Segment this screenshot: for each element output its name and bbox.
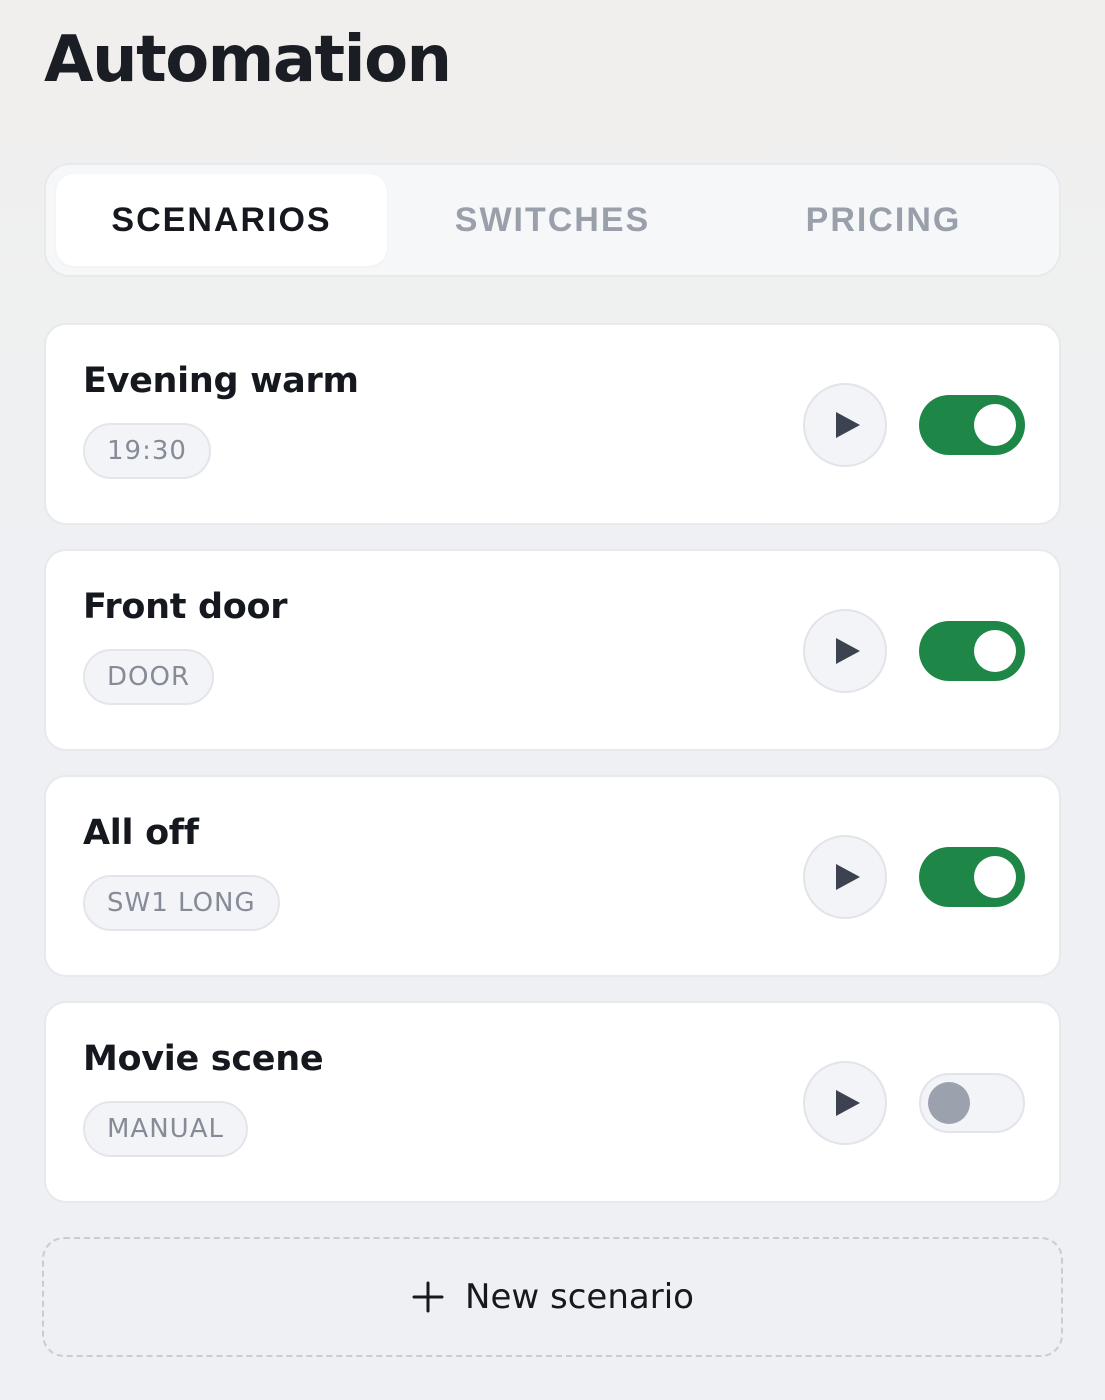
scenario-card[interactable]: Front door DOOR [44,549,1061,751]
scenario-enabled-toggle[interactable] [919,395,1025,455]
scenario-name: Movie scene [83,1039,324,1079]
tab-switches[interactable]: SWITCHES [387,174,718,266]
tab-pricing[interactable]: PRICING [718,174,1049,266]
plus-icon [412,1281,444,1313]
toggle-knob [974,856,1016,898]
trigger-badge: MANUAL [83,1101,248,1157]
trigger-badge: SW1 LONG [83,875,280,931]
automation-page: Automation SCENARIOS SWITCHES PRICING Ev… [0,0,1105,1400]
play-icon [836,864,860,890]
scenario-enabled-toggle[interactable] [919,1073,1025,1133]
play-icon [836,638,860,664]
scenario-card[interactable]: Evening warm 19:30 [44,323,1061,525]
scenario-name: Front door [83,587,288,627]
run-scenario-button[interactable] [803,1061,887,1145]
run-scenario-button[interactable] [803,609,887,693]
trigger-badge: 19:30 [83,423,211,479]
toggle-knob [928,1082,970,1124]
run-scenario-button[interactable] [803,835,887,919]
toggle-knob [974,630,1016,672]
page-title: Automation [44,23,452,97]
toggle-knob [974,404,1016,446]
tab-bar: SCENARIOS SWITCHES PRICING [44,163,1061,277]
new-scenario-button[interactable]: New scenario [42,1237,1063,1357]
play-icon [836,412,860,438]
trigger-badge: DOOR [83,649,215,705]
scenario-name: Evening warm [83,361,359,401]
new-scenario-label: New scenario [465,1277,694,1317]
run-scenario-button[interactable] [803,383,887,467]
scenario-enabled-toggle[interactable] [919,621,1025,681]
scenario-card[interactable]: Movie scene MANUAL [44,1001,1061,1203]
tab-scenarios[interactable]: SCENARIOS [56,174,387,266]
scenario-enabled-toggle[interactable] [919,847,1025,907]
scenario-card[interactable]: All off SW1 LONG [44,775,1061,977]
scenario-name: All off [83,813,199,853]
play-icon [836,1090,860,1116]
